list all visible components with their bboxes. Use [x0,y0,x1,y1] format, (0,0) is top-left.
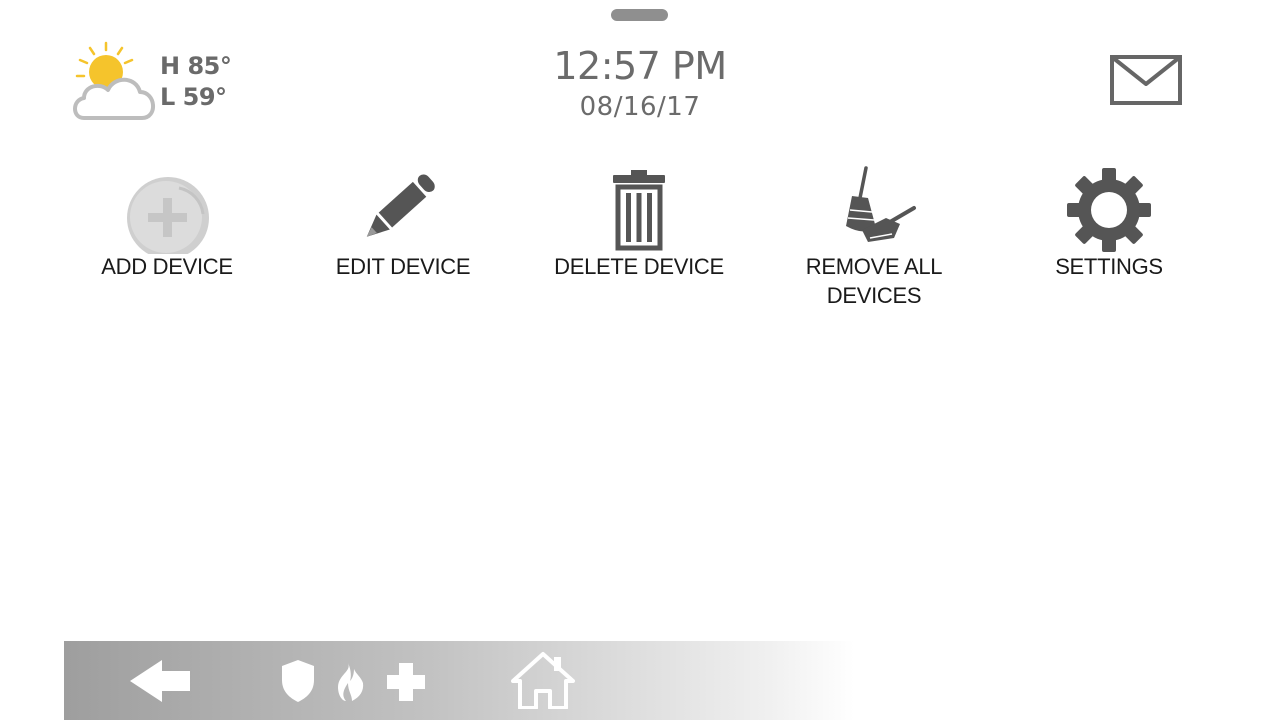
add-device-label: ADD DEVICE [101,254,233,279]
flame-icon[interactable] [330,661,370,703]
add-circle-icon [127,177,209,254]
messages-button[interactable] [1100,48,1192,114]
shield-icon[interactable] [278,658,318,704]
delete-device-label: DELETE DEVICE [554,254,724,279]
back-arrow-icon[interactable] [128,657,194,705]
pencil-icon [366,174,435,237]
temp-low: L 59° [160,83,227,111]
remove-all-devices-label: REMOVE ALL DEVICES [805,254,943,308]
broom-dustpan-icon [846,166,916,242]
bottom-nav-bar [64,641,1280,720]
home-icon[interactable] [510,651,576,709]
pull-down-handle[interactable] [611,9,668,21]
weather-widget[interactable]: H 85° L 59° [70,40,240,130]
clock-time: 12:57 PM [553,44,727,88]
medical-cross-icon[interactable] [384,661,428,703]
settings-label: SETTINGS [1055,254,1163,279]
temp-high: H 85° [160,52,232,80]
edit-device-label: EDIT DEVICE [335,254,471,279]
envelope-icon [1110,55,1182,105]
gear-icon [1067,168,1151,252]
clock-date: 08/16/17 [579,92,701,122]
partly-cloudy-icon [73,41,155,120]
trash-icon [613,170,665,251]
